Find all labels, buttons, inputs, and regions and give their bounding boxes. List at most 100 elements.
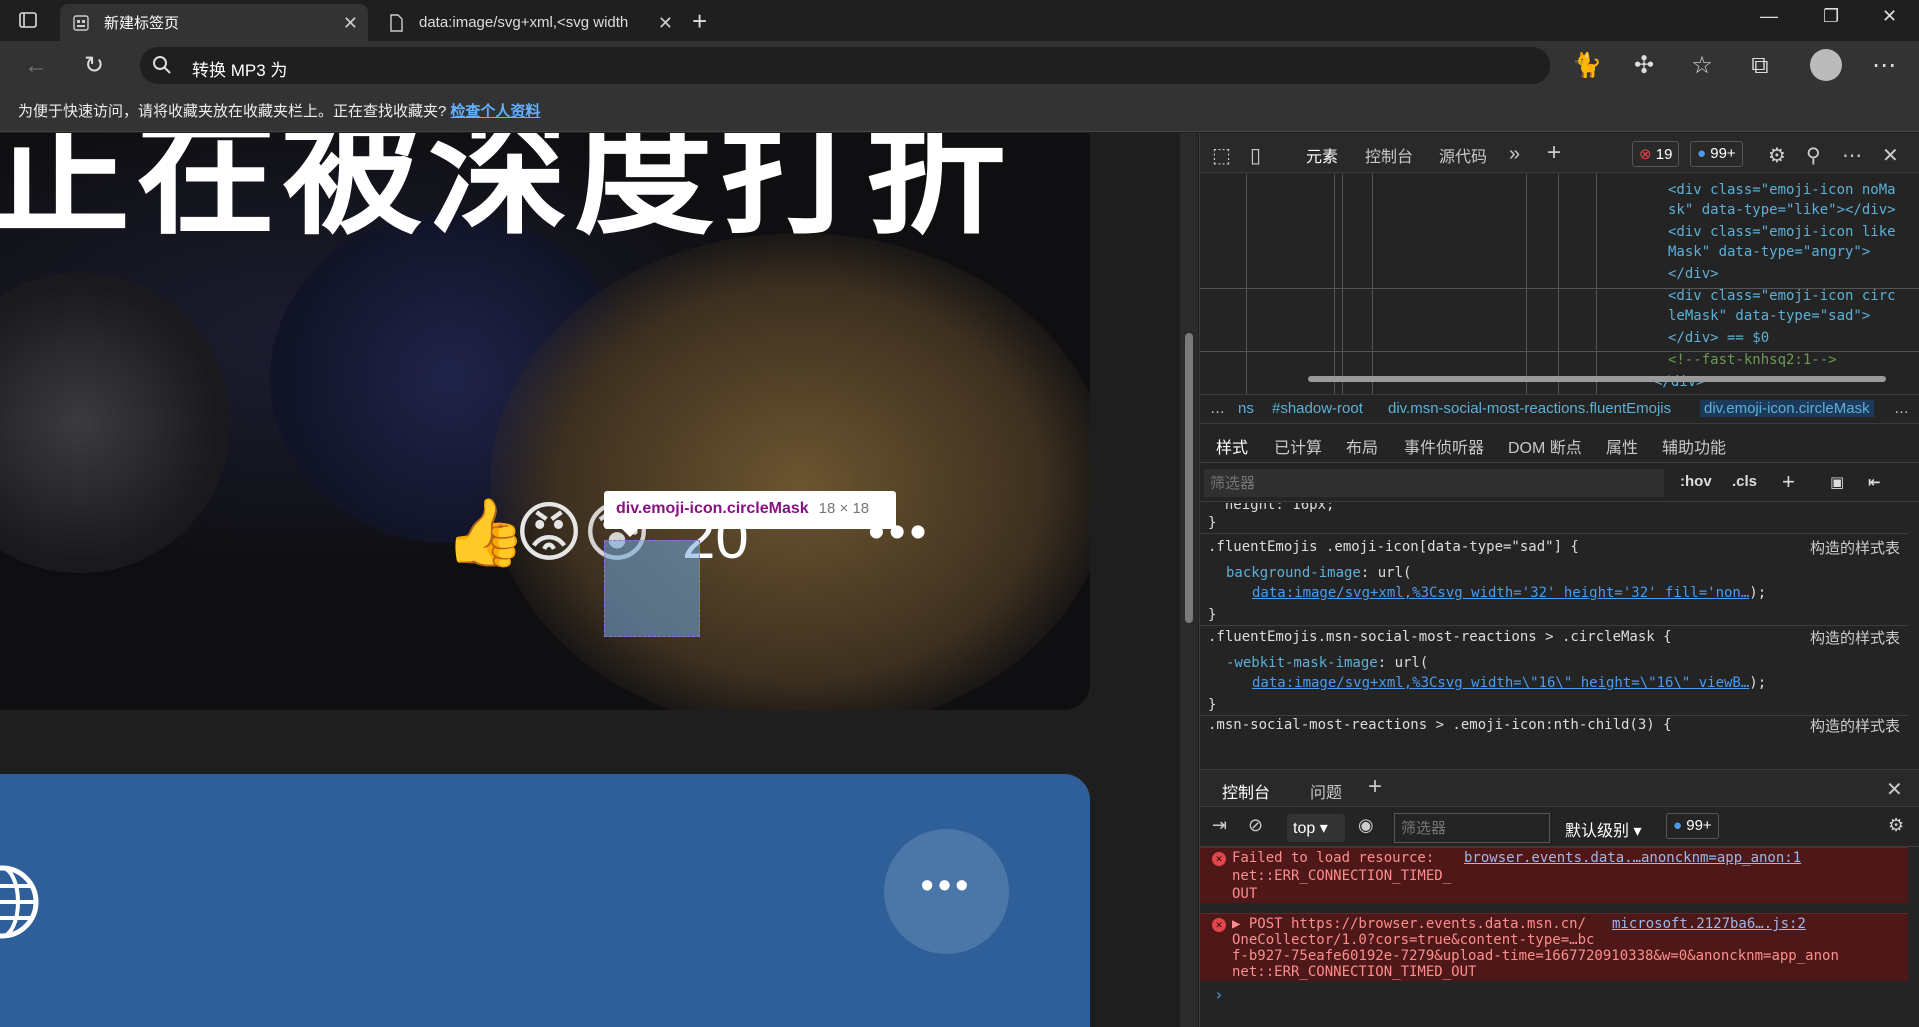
message-count-badge[interactable]: ● 99+: [1690, 141, 1743, 167]
add-tab-icon[interactable]: +: [1547, 139, 1561, 167]
stylesheet-source[interactable]: 构造的样式表: [1810, 715, 1900, 733]
settings-gear-icon[interactable]: ⚙: [1768, 143, 1786, 168]
profile-avatar[interactable]: [1810, 49, 1842, 81]
console-error-row[interactable]: ✕ Failed to load resource: net::ERR_CONN…: [1200, 847, 1908, 903]
console-settings-gear-icon[interactable]: ⚙: [1888, 815, 1904, 836]
rule-selector[interactable]: .fluentEmojis.msn-social-most-reactions …: [1208, 629, 1672, 645]
paint-icon[interactable]: ▣: [1830, 473, 1844, 491]
toggle-sidebar-icon[interactable]: ⇤: [1868, 473, 1881, 491]
device-emulation-icon[interactable]: ▯: [1250, 143, 1261, 168]
devtools-scrollbar[interactable]: [1908, 174, 1919, 1027]
breadcrumb-current[interactable]: div.emoji-icon.circleMask: [1700, 400, 1874, 417]
devtools-close-icon[interactable]: ✕: [1882, 143, 1899, 168]
more-tabs-icon[interactable]: »: [1509, 143, 1520, 166]
dom-tree[interactable]: <div class="emoji-icon noMa sk" data-typ…: [1200, 174, 1919, 394]
new-tab-button[interactable]: +: [692, 6, 707, 37]
new-style-rule-icon[interactable]: +: [1782, 469, 1795, 495]
live-expression-eye-icon[interactable]: ◉: [1358, 815, 1374, 836]
style-declaration[interactable]: background-image: url(: [1226, 565, 1411, 581]
tab-svg-data[interactable]: data:image/svg+xml,<svg width ✕: [375, 4, 683, 41]
drawer-tab-issues[interactable]: 问题: [1310, 779, 1342, 803]
error-source-link[interactable]: browser.events.data.…anoncknm=app_anon:1: [1464, 850, 1801, 866]
tab-actions-icon[interactable]: [18, 10, 38, 30]
tab-styles[interactable]: 样式: [1209, 434, 1255, 468]
window-close-icon[interactable]: ✕: [1882, 6, 1897, 27]
tab-elements[interactable]: 元素: [1299, 143, 1345, 179]
style-url-link[interactable]: data:image/svg+xml,%3Csvg width='32' hei…: [1252, 585, 1749, 601]
console-error-row[interactable]: ✕ ▶ POST https://browser.events.data.msn…: [1200, 913, 1908, 981]
error-url[interactable]: f-b927-75eafe60192e-7279&upload-time=166…: [1232, 948, 1839, 964]
drawer-add-tab-icon[interactable]: +: [1368, 773, 1382, 801]
check-profile-link[interactable]: 检查个人资料: [450, 103, 540, 120]
restore-icon[interactable]: ❐: [1823, 6, 1839, 27]
hov-button[interactable]: :hov: [1680, 473, 1712, 490]
tab-accessibility[interactable]: 辅助功能: [1662, 434, 1726, 458]
dom-comment[interactable]: <!--fast-knhsq2:1-->: [1668, 352, 1837, 368]
stylesheet-source[interactable]: 构造的样式表: [1810, 627, 1900, 648]
style-value[interactable]: data:image/svg+xml,%3Csvg width='32' hei…: [1252, 585, 1766, 601]
console-output[interactable]: ✕ Failed to load resource: net::ERR_CONN…: [1200, 847, 1908, 1027]
dom-line[interactable]: sk" data-type="like"></div>: [1668, 202, 1896, 218]
breadcrumb-item[interactable]: #shadow-root: [1272, 400, 1363, 417]
dom-line[interactable]: <div class="emoji-icon noMa: [1668, 182, 1896, 198]
clear-console-icon[interactable]: ⊘: [1248, 815, 1263, 836]
console-filter-input[interactable]: [1394, 813, 1550, 843]
style-declaration[interactable]: height: 16px;: [1208, 503, 1335, 513]
dom-line[interactable]: <div class="emoji-icon like: [1668, 224, 1896, 240]
more-menu-icon[interactable]: ⋯: [1870, 52, 1898, 80]
tab-computed[interactable]: 已计算: [1274, 434, 1322, 458]
rule-selector[interactable]: .msn-social-most-reactions > .emoji-icon…: [1208, 717, 1672, 733]
dom-line[interactable]: Mask" data-type="angry">: [1668, 244, 1870, 260]
minimize-icon[interactable]: —: [1760, 6, 1778, 27]
error-count-badge[interactable]: ⊗ 19: [1632, 141, 1680, 167]
styles-pane[interactable]: height: 16px; } .fluentEmojis .emoji-ico…: [1200, 503, 1919, 733]
console-sidebar-icon[interactable]: ⇥: [1212, 815, 1227, 836]
tab-sources[interactable]: 源代码: [1439, 143, 1487, 167]
tab-console[interactable]: 控制台: [1365, 143, 1413, 167]
customize-icon[interactable]: ⚲: [1806, 143, 1821, 168]
breadcrumb-item[interactable]: div.msn-social-most-reactions.fluentEmoj…: [1388, 400, 1671, 417]
address-bar[interactable]: 转换 MP3 为: [140, 47, 1550, 84]
tab-properties[interactable]: 属性: [1606, 434, 1638, 458]
close-tab-icon[interactable]: ✕: [658, 13, 673, 34]
dom-line[interactable]: leMask" data-type="sad">: [1668, 308, 1870, 324]
favorites-icon[interactable]: ☆: [1688, 52, 1716, 80]
styles-filter-input[interactable]: [1204, 469, 1664, 497]
breadcrumb-ellipsis[interactable]: …: [1894, 400, 1909, 417]
dom-line[interactable]: </div>: [1668, 266, 1719, 282]
extensions-icon[interactable]: ✣: [1630, 52, 1658, 80]
cls-button[interactable]: .cls: [1732, 473, 1757, 490]
angry-emoji-icon[interactable]: 😡: [510, 493, 588, 571]
console-prompt[interactable]: ›: [1214, 985, 1224, 1004]
breadcrumb-item[interactable]: ns: [1238, 400, 1254, 417]
devtools-more-icon[interactable]: ⋯: [1842, 143, 1862, 168]
inspect-element-icon[interactable]: ⬚: [1212, 143, 1231, 168]
dom-line-selected[interactable]: </div> == $0: [1668, 330, 1769, 346]
hero-card[interactable]: 正在被深度打折 👍 😡 😰 20 •••: [0, 133, 1090, 710]
error-url[interactable]: OneCollector/1.0?cors=true&content-type=…: [1232, 932, 1594, 948]
back-icon[interactable]: ←: [22, 52, 50, 80]
breadcrumb-ellipsis[interactable]: …: [1210, 400, 1225, 417]
dom-horizontal-scrollbar[interactable]: [1210, 373, 1910, 385]
tab-dom-breakpoints[interactable]: DOM 断点: [1508, 434, 1582, 458]
style-value[interactable]: data:image/svg+xml,%3Csvg width=\"16\" h…: [1252, 675, 1766, 691]
refresh-icon[interactable]: ↻: [80, 52, 108, 80]
console-message-badge[interactable]: ● 99+: [1666, 813, 1719, 839]
blue-card[interactable]: •••: [0, 774, 1090, 1027]
extension-cat-icon[interactable]: 🐈: [1572, 52, 1602, 80]
page-scrollbar[interactable]: [1180, 133, 1198, 1027]
context-selector[interactable]: top ▾: [1287, 814, 1345, 842]
tab-layout[interactable]: 布局: [1346, 434, 1378, 458]
stylesheet-source[interactable]: 构造的样式表: [1810, 537, 1900, 558]
dom-line[interactable]: <div class="emoji-icon circ: [1668, 288, 1896, 304]
tab-event-listeners[interactable]: 事件侦听器: [1404, 434, 1484, 458]
style-url-link[interactable]: data:image/svg+xml,%3Csvg width=\"16\" h…: [1252, 675, 1749, 691]
drawer-tab-console[interactable]: 控制台: [1215, 779, 1277, 813]
drawer-close-icon[interactable]: ✕: [1886, 777, 1903, 802]
log-level-dropdown[interactable]: 默认级别 ▾: [1565, 817, 1642, 841]
tab-new-tab[interactable]: 新建标签页 ✕: [60, 4, 368, 41]
card-more-button[interactable]: •••: [884, 829, 1009, 954]
rule-selector[interactable]: .fluentEmojis .emoji-icon[data-type="sad…: [1208, 539, 1579, 555]
style-declaration[interactable]: -webkit-mask-image: url(: [1226, 655, 1428, 671]
error-source-link[interactable]: microsoft.2127ba6….js:2: [1612, 916, 1806, 932]
